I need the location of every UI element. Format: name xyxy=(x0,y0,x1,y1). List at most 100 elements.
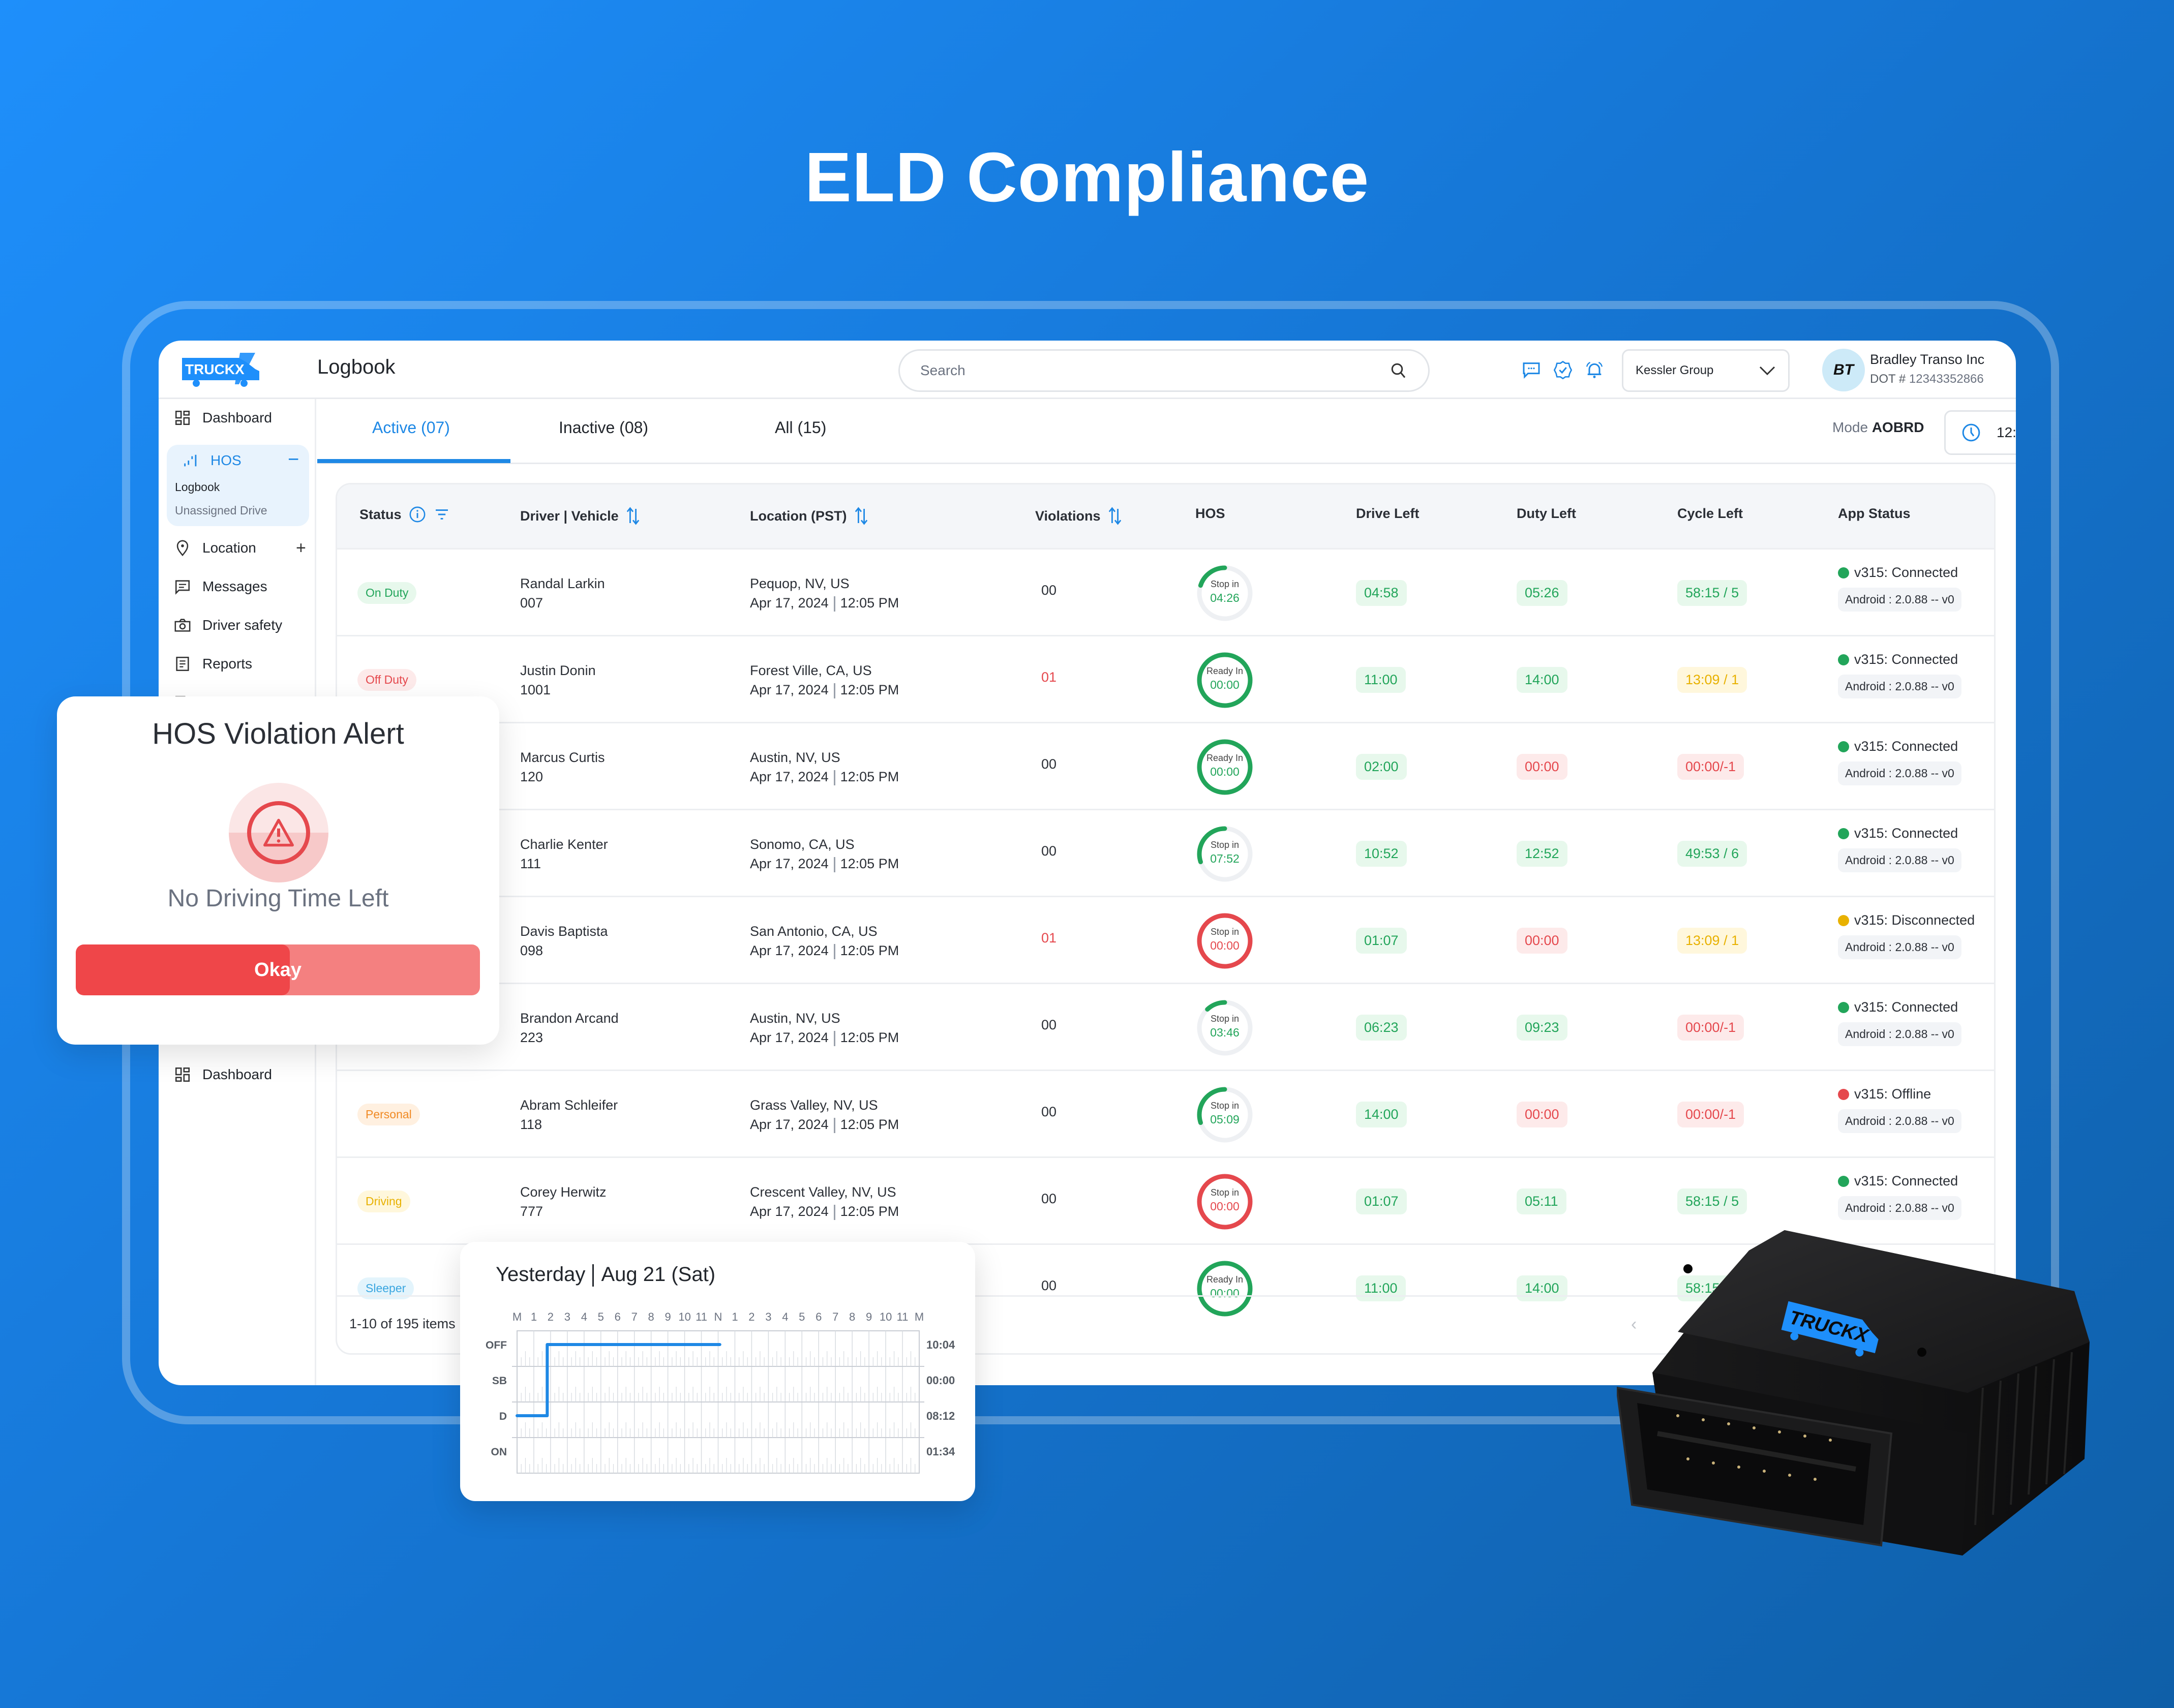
drive-left-value: 14:00 xyxy=(1356,1102,1407,1127)
table-row[interactable]: Marcus Curtis 120 Austin, NV, US Apr 17, 20… xyxy=(337,722,1994,809)
vehicle-number: 777 xyxy=(520,1204,544,1219)
sidebar-item-dashboard-2[interactable]: Dashboard xyxy=(174,1062,272,1087)
status-badge: On Duty xyxy=(357,582,417,604)
hos-violation-alert: HOS Violation Alert No Driving Time Left… xyxy=(57,696,499,1045)
cycle-left-value: 00:00/-1 xyxy=(1677,754,1744,780)
sort-icon[interactable] xyxy=(626,506,640,526)
time-filter-value: 12:05 AM (PST) xyxy=(1997,424,2016,440)
location-time: 12:05 PM xyxy=(840,943,899,958)
driver-vehicle[interactable]: Davis Baptista 098 xyxy=(520,922,608,960)
status-dot-icon xyxy=(1838,741,1849,752)
sort-icon[interactable] xyxy=(1108,506,1122,526)
status-row-total: 10:04 xyxy=(926,1338,955,1351)
sidebar-item-reports[interactable]: Reports xyxy=(174,651,252,677)
location-date: Apr 17, 2024 xyxy=(750,1117,829,1132)
col-violations[interactable]: Violations xyxy=(1035,506,1122,526)
tab-all[interactable]: All (15) xyxy=(775,418,826,437)
sidebar-item-label: Dashboard xyxy=(202,410,272,425)
driver-vehicle[interactable]: Randal Larkin 007 xyxy=(520,574,605,613)
sidebar-item-messages[interactable]: Messages xyxy=(174,574,267,599)
search-input[interactable] xyxy=(920,362,1390,379)
col-driver-vehicle[interactable]: Driver | Vehicle xyxy=(520,506,640,526)
location-timestamp: Apr 17, 2024 12:05 PM xyxy=(750,680,899,699)
drive-left-value: 02:00 xyxy=(1356,754,1407,780)
driver-vehicle[interactable]: Abram Schleifer 118 xyxy=(520,1095,618,1134)
location-pin-icon xyxy=(176,540,189,557)
duty-left-value: 00:00 xyxy=(1517,754,1567,780)
driver-vehicle[interactable]: Charlie Kenter 111 xyxy=(520,835,608,873)
chat-icon[interactable] xyxy=(1521,359,1542,381)
divider xyxy=(833,943,835,959)
location: Crescent Valley, NV, US Apr 17, 2024 12:05… xyxy=(750,1182,899,1221)
hos-ring-label: Ready In xyxy=(1206,666,1244,676)
hos-ring: Stop in 04:26 xyxy=(1195,564,1254,623)
driver-vehicle[interactable]: Corey Herwitz 777 xyxy=(520,1182,607,1221)
driver-vehicle[interactable]: Marcus Curtis 120 xyxy=(520,748,605,786)
violations-count: 00 xyxy=(1041,1017,1057,1032)
bell-icon[interactable] xyxy=(1584,359,1605,381)
hos-ring: Stop in 07:52 xyxy=(1195,825,1254,883)
table-row[interactable]: Charlie Kenter 111 Sonomo, CA, US Apr 17, 2… xyxy=(337,809,1994,896)
driver-vehicle[interactable]: Brandon Arcand 223 xyxy=(520,1009,619,1047)
violations-count: 01 xyxy=(1041,669,1057,685)
hos-ring: Stop in 00:00 xyxy=(1195,1172,1254,1231)
hour-label: 9 xyxy=(665,1310,671,1323)
sidebar-subitem-unassigned-drive[interactable]: Unassigned Drive xyxy=(175,504,267,517)
violations-count: 00 xyxy=(1041,583,1057,598)
hos-ring: Ready In 00:00 xyxy=(1195,738,1254,797)
dot-value: 12343352866 xyxy=(1909,372,1984,386)
search-bar[interactable] xyxy=(898,349,1430,392)
sidebar-item-driver-safety[interactable]: Driver safety xyxy=(174,613,282,638)
info-icon[interactable] xyxy=(409,506,426,523)
hos-ring-label: Ready In xyxy=(1206,1274,1244,1285)
col-location[interactable]: Location (PST) xyxy=(750,506,868,526)
clock-icon xyxy=(1962,423,1980,442)
company-select[interactable]: Kessler Group xyxy=(1622,349,1790,392)
divider xyxy=(833,1030,835,1046)
status-row-total: 00:00 xyxy=(926,1374,955,1387)
tab-inactive[interactable]: Inactive (08) xyxy=(559,418,648,437)
vehicle-number: 007 xyxy=(520,595,544,611)
divider xyxy=(833,1204,835,1220)
filter-icon[interactable] xyxy=(434,508,449,521)
table-row[interactable]: Off Duty Justin Donin 1001 Forest Ville, CA… xyxy=(337,635,1994,722)
org-avatar[interactable]: BT xyxy=(1822,349,1865,391)
duty-left-value: 00:00 xyxy=(1517,1102,1567,1127)
sidebar-subitem-logbook[interactable]: Logbook xyxy=(175,480,220,494)
driver-name: Corey Herwitz xyxy=(520,1184,607,1200)
table-row[interactable]: Personal Abram Schleifer 118 Grass Valley, … xyxy=(337,1070,1994,1156)
violations-count: 00 xyxy=(1041,843,1057,859)
app-status-line: v315: Connected xyxy=(1838,1173,1961,1189)
verified-badge-icon[interactable] xyxy=(1553,359,1573,381)
time-filter[interactable]: 12:05 AM (PST) X xyxy=(1944,410,2016,455)
app-status-text: v315: Offline xyxy=(1854,1086,1931,1102)
okay-button[interactable]: Okay xyxy=(76,944,480,995)
driver-vehicle[interactable]: Justin Donin 1001 xyxy=(520,661,596,699)
search-icon[interactable] xyxy=(1390,361,1408,380)
driver-name: Marcus Curtis xyxy=(520,750,605,765)
tab-active[interactable]: Active (07) xyxy=(372,418,450,437)
hour-label: 2 xyxy=(548,1310,554,1323)
vehicle-number: 098 xyxy=(520,943,544,958)
truckx-logo[interactable]: TRUCKX xyxy=(179,351,265,391)
col-status[interactable]: Status xyxy=(359,506,449,523)
sort-icon[interactable] xyxy=(854,506,868,526)
sidebar-item-location[interactable]: Location + xyxy=(174,535,306,561)
app-version: Android : 2.0.88 -- v0 xyxy=(1838,935,1961,959)
driver-name: Randal Larkin xyxy=(520,576,605,591)
app-status-line: v315: Connected xyxy=(1838,826,1961,841)
sidebar-item-dashboard[interactable]: Dashboard xyxy=(174,405,272,431)
duty-left-value: 00:00 xyxy=(1517,928,1567,954)
expand-icon[interactable]: + xyxy=(296,538,306,558)
app-header: TRUCKX Logbook Kessler Group BT Bradley … xyxy=(159,341,2016,399)
table-row[interactable]: Davis Baptista 098 San Antonio, CA, US Apr … xyxy=(337,896,1994,983)
collapse-icon[interactable]: − xyxy=(288,449,299,471)
sidebar-item-hos[interactable]: HOS xyxy=(182,452,241,469)
org-dot-number: DOT # 12343352866 xyxy=(1870,372,1984,386)
duty-status-line xyxy=(516,1343,721,1417)
table-row[interactable]: On Duty Randal Larkin 007 Pequop, NV, US Apr… xyxy=(337,548,1994,635)
cycle-left-value: 00:00/-1 xyxy=(1677,1102,1744,1127)
status-row-label: OFF xyxy=(486,1339,507,1351)
hos-ring-label: Stop in xyxy=(1210,1101,1240,1111)
table-row[interactable]: Brandon Arcand 223 Austin, NV, US Apr 17, 2… xyxy=(337,983,1994,1070)
